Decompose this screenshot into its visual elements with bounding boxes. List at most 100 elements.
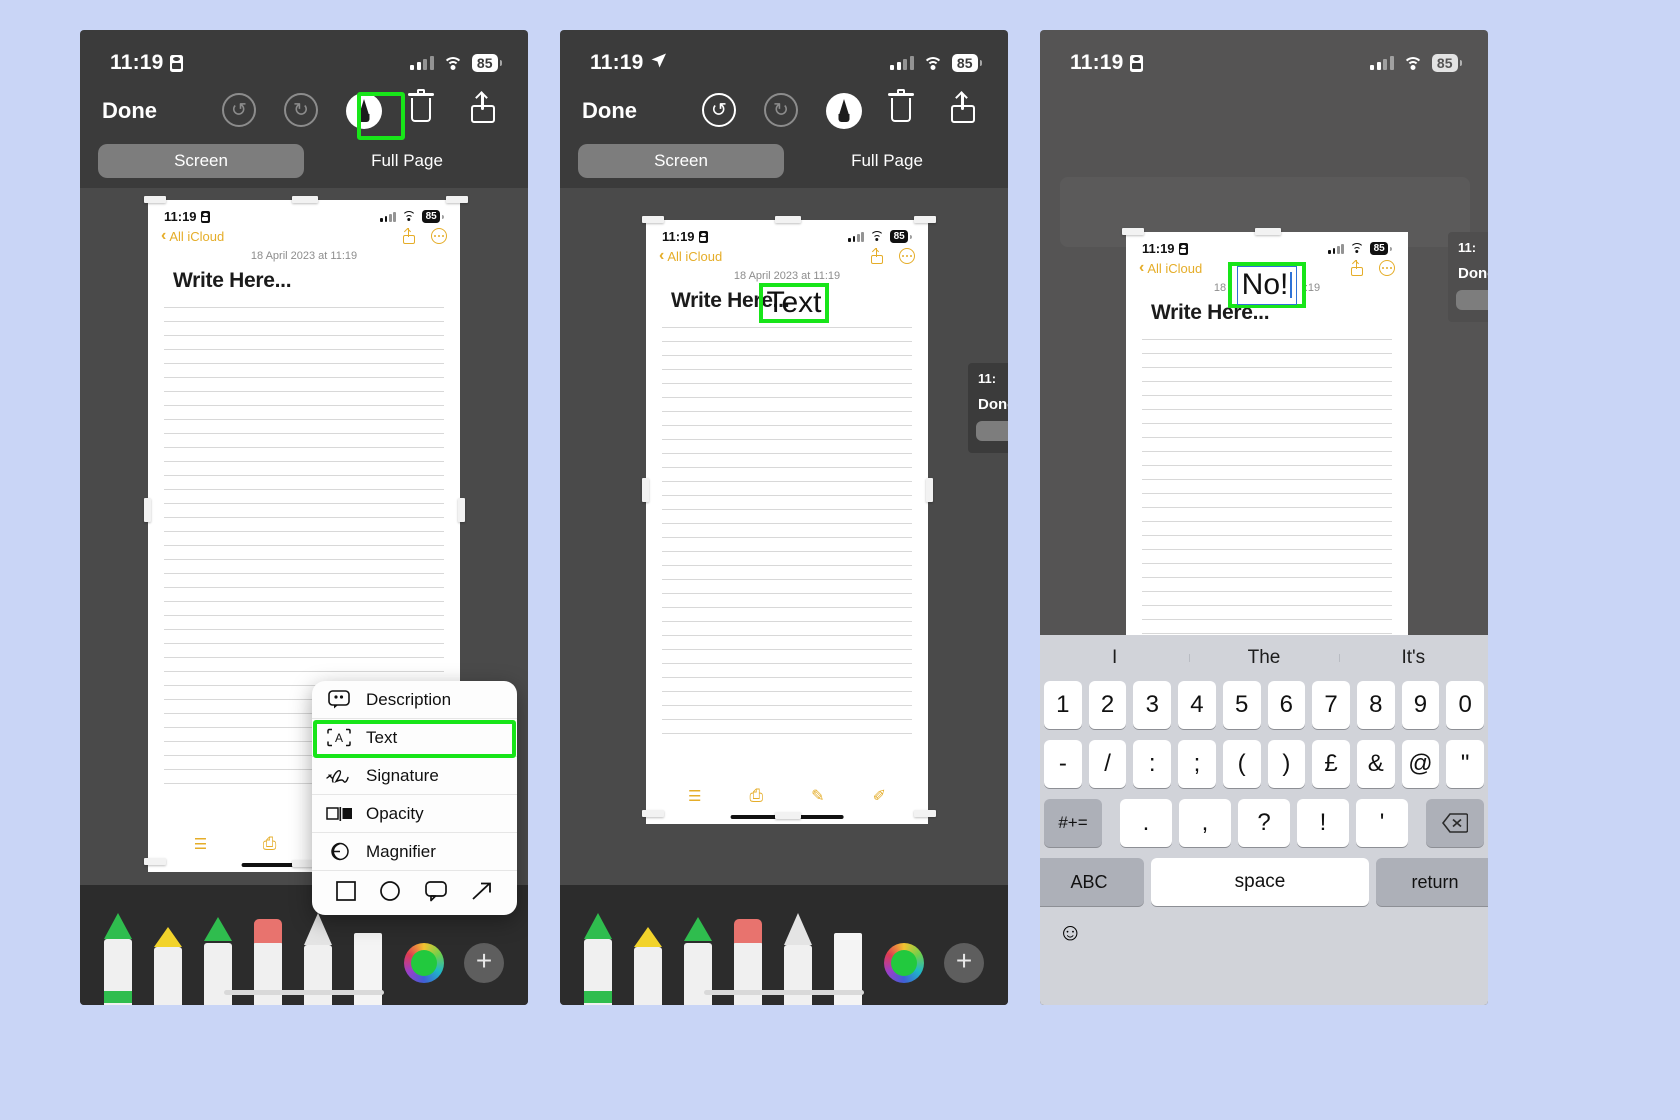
circle-icon[interactable]	[379, 880, 401, 907]
markup-canvas[interactable]: 11:19 85 ‹ All iCloud 18 April 2023 at 1…	[80, 188, 528, 933]
arrow-icon[interactable]	[470, 880, 494, 907]
crop-handle-tc[interactable]	[775, 216, 801, 223]
key-period[interactable]: .	[1120, 799, 1172, 847]
markup-pen-button[interactable]	[346, 93, 382, 129]
crop-handle-mr[interactable]	[926, 478, 933, 502]
delete-button[interactable]	[888, 89, 924, 129]
key-abc[interactable]: ABC	[1040, 858, 1144, 906]
key-semicolon[interactable]: ;	[1178, 740, 1216, 788]
checklist-icon[interactable]: ☰	[194, 835, 207, 853]
key-space[interactable]: space	[1151, 858, 1369, 906]
crop-handle-tr[interactable]	[446, 196, 468, 203]
done-button[interactable]: Done	[102, 98, 157, 124]
marker-tool[interactable]	[684, 917, 714, 1005]
marker-tool[interactable]	[204, 917, 234, 1005]
key-paren-close[interactable]: )	[1267, 740, 1306, 788]
speech-bubble-icon[interactable]	[424, 880, 448, 907]
crop-handle-tc[interactable]	[292, 196, 318, 203]
back-to-all-icloud-button[interactable]: ‹ All iCloud	[1139, 260, 1202, 276]
text-annotation-box[interactable]: No!	[1228, 262, 1306, 308]
markup-pen-icon[interactable]: ✎	[811, 786, 824, 806]
redo-button[interactable]: ↻	[284, 93, 320, 129]
delete-icon[interactable]	[1426, 799, 1484, 847]
key-paren-open[interactable]: (	[1222, 740, 1261, 788]
markup-pen-button[interactable]	[826, 93, 862, 129]
menu-item-opacity[interactable]: Opacity	[312, 795, 517, 833]
more-options-icon[interactable]	[1379, 260, 1395, 276]
eraser-tool[interactable]	[734, 919, 764, 1005]
prediction-1[interactable]: The	[1189, 647, 1338, 669]
plus-icon[interactable]: +	[464, 943, 504, 983]
key-colon[interactable]: :	[1133, 740, 1172, 788]
tab-full-page[interactable]: Full Page	[784, 144, 990, 178]
crop-handle-bl[interactable]	[144, 858, 166, 865]
key-slash[interactable]: /	[1088, 740, 1127, 788]
key-exclamation[interactable]: !	[1297, 799, 1349, 847]
checklist-icon[interactable]: ☰	[688, 787, 701, 805]
key-1[interactable]: 1	[1043, 681, 1082, 729]
key-at[interactable]: @	[1401, 740, 1440, 788]
back-to-all-icloud-button[interactable]: ‹ All iCloud	[659, 248, 722, 264]
crop-handle-ml[interactable]	[642, 478, 649, 502]
back-to-all-icloud-button[interactable]: ‹ All iCloud	[161, 228, 224, 244]
crop-handle-bl[interactable]	[642, 810, 664, 817]
markup-canvas[interactable]: 11: Done 11:19 85	[560, 188, 1008, 893]
menu-item-text[interactable]: A Text	[312, 719, 517, 757]
menu-item-description[interactable]: Description	[312, 681, 517, 719]
key-comma[interactable]: ,	[1179, 799, 1231, 847]
share-button[interactable]	[950, 91, 986, 129]
undo-button[interactable]: ↺	[702, 93, 738, 129]
text-annotation-editor[interactable]: No!	[1236, 265, 1298, 305]
key-0[interactable]: 0	[1446, 681, 1485, 729]
key-4[interactable]: 4	[1178, 681, 1216, 729]
camera-icon[interactable]: ⎙	[263, 834, 277, 854]
compose-icon[interactable]: ✐	[873, 786, 886, 806]
share-icon[interactable]	[1350, 259, 1363, 276]
key-2[interactable]: 2	[1088, 681, 1127, 729]
crop-handle-tc[interactable]	[1255, 228, 1281, 235]
redo-button[interactable]: ↻	[764, 93, 800, 129]
color-wheel-icon[interactable]	[404, 943, 444, 983]
emoji-smiley-icon[interactable]: ☺	[1058, 919, 1083, 947]
crop-handle-tl[interactable]	[1122, 228, 1144, 235]
capture-mode-segment[interactable]: Screen Full Page	[578, 144, 990, 178]
pen-tool[interactable]	[104, 913, 134, 1005]
adjacent-screenshot-card[interactable]: 11: Done	[968, 363, 1008, 453]
onscreen-keyboard[interactable]: I The It's 1 2 3 4 5 6 7 8 9 0 - / : ; (…	[1040, 635, 1488, 1005]
plus-icon[interactable]: +	[944, 943, 984, 983]
key-7[interactable]: 7	[1312, 681, 1350, 729]
crop-handle-br[interactable]	[914, 810, 936, 817]
key-question[interactable]: ?	[1238, 799, 1290, 847]
tab-full-page[interactable]: Full Page	[304, 144, 510, 178]
key-8[interactable]: 8	[1356, 681, 1395, 729]
menu-item-magnifier[interactable]: Magnifier	[312, 833, 517, 871]
adjacent-screenshot-card[interactable]: 11: Done	[1448, 232, 1488, 322]
key-ampersand[interactable]: &	[1356, 740, 1395, 788]
crop-handle-mr[interactable]	[458, 498, 465, 522]
square-icon[interactable]	[335, 880, 357, 907]
lasso-tool[interactable]	[784, 913, 814, 1005]
delete-button[interactable]	[408, 89, 444, 129]
prediction-0[interactable]: I	[1040, 647, 1189, 669]
more-options-icon[interactable]	[899, 248, 915, 264]
key-5[interactable]: 5	[1222, 681, 1261, 729]
eraser-tool[interactable]	[254, 919, 284, 1005]
share-icon[interactable]	[402, 227, 415, 244]
done-button[interactable]: Done	[582, 98, 637, 124]
menu-item-signature[interactable]: Signature	[312, 757, 517, 795]
prediction-2[interactable]: It's	[1338, 647, 1488, 669]
key-3[interactable]: 3	[1133, 681, 1172, 729]
key-9[interactable]: 9	[1401, 681, 1440, 729]
key-symbols-toggle[interactable]: #+=	[1044, 799, 1102, 847]
key-apostrophe[interactable]: '	[1356, 799, 1408, 847]
key-hyphen[interactable]: -	[1043, 740, 1082, 788]
capture-mode-segment[interactable]: Screen Full Page	[98, 144, 510, 178]
text-annotation-box[interactable]: Text	[759, 283, 829, 323]
tab-screen[interactable]: Screen	[98, 144, 304, 178]
share-button[interactable]	[470, 91, 506, 129]
camera-icon[interactable]: ⎙	[750, 786, 764, 806]
key-return[interactable]: return	[1376, 858, 1488, 906]
highlighter-tool[interactable]	[154, 927, 184, 1005]
key-quote[interactable]: "	[1446, 740, 1485, 788]
color-wheel-icon[interactable]	[884, 943, 924, 983]
